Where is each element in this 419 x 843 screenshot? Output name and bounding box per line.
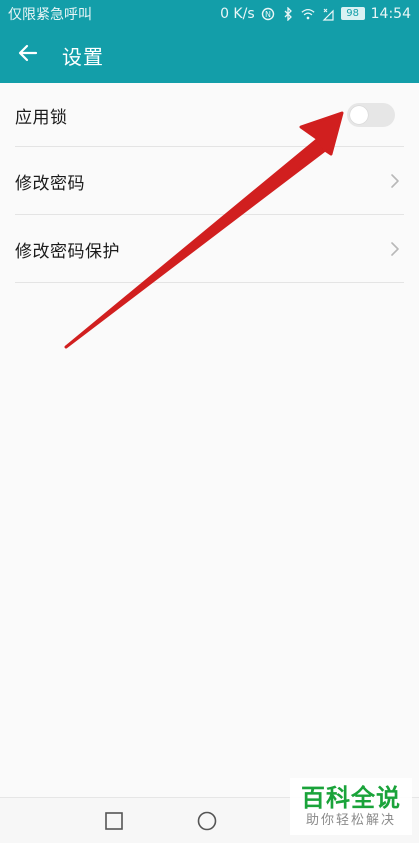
page-title: 设置 [62, 44, 104, 69]
arrow-left-icon [16, 41, 40, 69]
watermark-sub-text: 助你轻松解决 [305, 812, 396, 828]
app-lock-toggle[interactable] [347, 103, 395, 127]
settings-list: 应用锁 修改密码 修改密码保护 [0, 83, 419, 283]
nfc-icon: N [261, 7, 275, 21]
setting-label: 修改密码 [15, 173, 85, 194]
setting-row-change-password-protection[interactable]: 修改密码保护 [0, 215, 419, 283]
setting-row-app-lock[interactable]: 应用锁 [0, 83, 419, 147]
home-icon[interactable] [196, 810, 218, 832]
status-bar: 仅限紧急呼叫 0 K/s N 98 14:54 [0, 0, 419, 27]
status-icons: 0 K/s N 98 14:54 [220, 6, 411, 22]
setting-label: 应用锁 [15, 107, 68, 128]
carrier-status-text: 仅限紧急呼叫 [8, 6, 92, 23]
clock: 14:54 [370, 5, 411, 22]
app-bar: 设置 [0, 27, 419, 83]
recent-apps-icon[interactable] [103, 810, 125, 832]
svg-text:N: N [265, 10, 271, 19]
watermark-main-text: 百科全说 [301, 783, 401, 812]
toggle-knob [350, 106, 368, 124]
battery-indicator: 98 [340, 7, 365, 20]
setting-label: 修改密码保护 [15, 241, 120, 262]
back-button[interactable] [2, 27, 54, 83]
wifi-icon [301, 7, 315, 21]
divider [15, 282, 404, 283]
chevron-right-icon [389, 173, 401, 189]
no-signal-icon [321, 7, 335, 21]
bluetooth-icon [281, 6, 295, 21]
watermark-logo: 百科全说 助你轻松解决 [290, 778, 412, 835]
chevron-right-icon [389, 241, 401, 257]
setting-row-change-password[interactable]: 修改密码 [0, 147, 419, 215]
network-speed: 0 K/s [220, 5, 255, 22]
